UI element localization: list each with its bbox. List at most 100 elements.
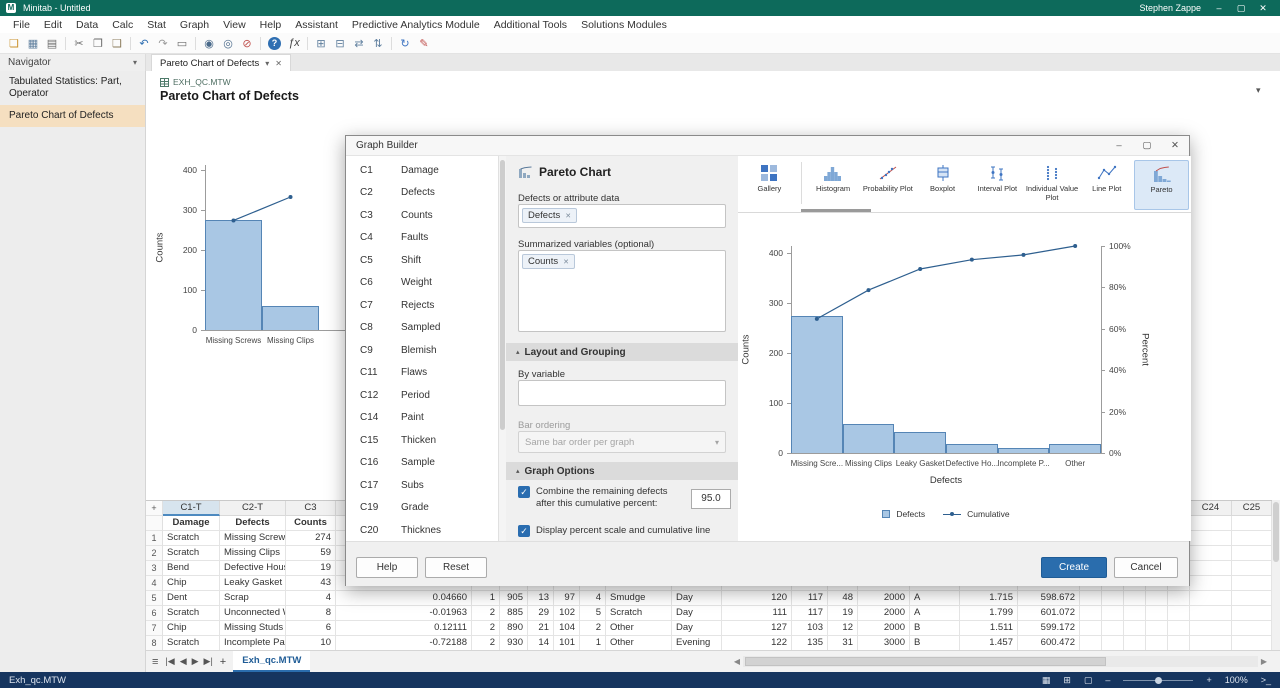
grid-cell[interactable]: 31 [828,636,858,651]
grid-cell[interactable]: 102 [554,606,580,621]
grid-cell[interactable]: 104 [554,621,580,636]
grid-cell[interactable]: 1 [580,636,606,651]
gallery-item-interval-plot[interactable]: Interval Plot [970,160,1025,210]
variable-row-paint[interactable]: C14Paint [346,407,498,430]
by-variable-field[interactable] [518,380,726,406]
grid-cell[interactable] [1232,561,1272,576]
menu-solutions-modules[interactable]: Solutions Modules [574,17,674,33]
row-number[interactable]: 4 [146,576,163,591]
worksheet-nav-icon[interactable]: ▶| [204,656,213,667]
grid-cell[interactable]: 29 [528,606,554,621]
grid-cell[interactable] [1232,621,1272,636]
grid-cell[interactable]: 599.172 [1018,621,1080,636]
grid-cell[interactable]: Day [672,591,722,606]
navigator-item-pareto-chart-of-defects[interactable]: Pareto Chart of Defects [0,105,145,127]
grid-cell[interactable] [1232,576,1272,591]
navigator-header[interactable]: Navigator ▾ [0,54,146,71]
grid-cell[interactable]: Scratch [163,606,220,621]
gallery-item-line-plot[interactable]: Line Plot [1079,160,1134,210]
grid-cell[interactable] [1190,591,1232,606]
grid-cell[interactable]: 274 [286,531,336,546]
grid-cell[interactable]: Incomplete Part [220,636,286,651]
worksheet-nav-icon[interactable]: |◀ [165,656,174,667]
row-number[interactable]: 5 [146,591,163,606]
insert-rows-icon[interactable]: ⊞ [312,35,330,52]
grid-cell[interactable]: 885 [500,606,528,621]
grid-cell[interactable]: Day [672,606,722,621]
grid-cell[interactable] [1190,576,1232,591]
grid-cell[interactable]: 117 [792,606,828,621]
grid-cell[interactable]: -0.01963 [336,606,472,621]
column-header-c24[interactable]: C24 [1190,501,1232,516]
grid-cell[interactable]: 3000 [858,636,910,651]
gallery-item-boxplot[interactable]: Boxplot [915,160,970,210]
grid-cell[interactable]: 1 [472,591,500,606]
grid-cell[interactable]: 14 [528,636,554,651]
variable-row-grade[interactable]: C19Grade [346,497,498,520]
grid-cell[interactable]: Smudge [606,591,672,606]
scrollbar-thumb[interactable] [745,657,1106,666]
grid-cell[interactable]: 2000 [858,591,910,606]
grid-cell[interactable]: Scratch [163,636,220,651]
zoom-out-icon[interactable]: – [1105,675,1110,685]
grid-cell[interactable]: Dent [163,591,220,606]
maximize-button[interactable]: ▢ [1230,3,1252,14]
grid-cell[interactable]: 2 [472,606,500,621]
grid-cell[interactable] [1190,531,1232,546]
worksheet-nav-icon[interactable]: ◀ [180,656,187,667]
column-name[interactable]: Defects [220,516,286,531]
grid-cell[interactable] [1102,636,1124,651]
gallery-item-probability-plot[interactable]: Probability Plot [860,160,915,210]
grid-cell[interactable] [1232,546,1272,561]
variable-row-thicken[interactable]: C15Thicken [346,429,498,452]
menu-graph[interactable]: Graph [173,17,216,33]
grid-cell[interactable]: 12 [828,621,858,636]
insert-columns-icon[interactable]: ⊟ [331,35,349,52]
assistant-panel-icon[interactable]: ▦ [1042,675,1051,686]
zoom-slider[interactable] [1123,680,1193,681]
scroll-left-icon[interactable]: ◀ [731,657,743,666]
chip-remove-icon[interactable]: ✕ [563,258,569,266]
undo-icon[interactable]: ↶ [135,35,153,52]
grid-cell[interactable]: 19 [286,561,336,576]
menu-calc[interactable]: Calc [105,17,140,33]
grid-cell[interactable] [1190,636,1232,651]
grid-cell[interactable]: 600.472 [1018,636,1080,651]
grid-cell[interactable] [1124,591,1146,606]
cumulative-percent-input[interactable]: 95.0 [691,489,731,509]
dialog-maximize-button[interactable]: ▢ [1133,136,1161,155]
menu-edit[interactable]: Edit [37,17,69,33]
summarized-field[interactable]: Counts ✕ [518,250,726,332]
grid-corner-cell[interactable]: + [146,501,163,516]
grid-cell[interactable]: 59 [286,546,336,561]
gallery-item-gallery[interactable]: Gallery [742,160,797,210]
grid-cell[interactable] [1146,636,1168,651]
variable-row-subs[interactable]: C17Subs [346,474,498,497]
tab-menu-icon[interactable]: ▾ [265,59,269,68]
grid-cell[interactable]: 48 [828,591,858,606]
grid-cell[interactable]: 43 [286,576,336,591]
variable-row-defects[interactable]: C2Defects [346,182,498,205]
grid-cell[interactable]: 1.511 [960,621,1018,636]
create-button[interactable]: Create [1041,557,1107,578]
grid-cell[interactable]: Scratch [606,606,672,621]
grid-cell[interactable]: 13 [528,591,554,606]
section-layout-grouping[interactable]: ▴ Layout and Grouping [506,343,738,361]
column-name[interactable] [1232,516,1272,531]
worksheet-tab-exh-qc[interactable]: Exh_qc.MTW [233,651,310,672]
grid-cell[interactable]: 97 [554,591,580,606]
grid-cell[interactable] [1190,561,1232,576]
grid-cell[interactable] [1232,591,1272,606]
variable-row-counts[interactable]: C3Counts [346,204,498,227]
column-header-c1-t[interactable]: C1-T [163,501,220,516]
grid-cell[interactable]: B [910,636,960,651]
grid-horizontal-scrollbar[interactable]: ◀ ▶ [731,655,1270,668]
display-checkbox[interactable]: ✓ [518,525,530,537]
grid-cell[interactable] [1080,591,1102,606]
grid-cell[interactable] [1190,606,1232,621]
worksheet-panel-icon[interactable]: ⊞ [1063,675,1071,686]
grid-cell[interactable]: Chip [163,576,220,591]
menu-assistant[interactable]: Assistant [288,17,345,33]
grid-cell[interactable] [1080,636,1102,651]
dialog-minimize-button[interactable]: – [1105,136,1133,155]
